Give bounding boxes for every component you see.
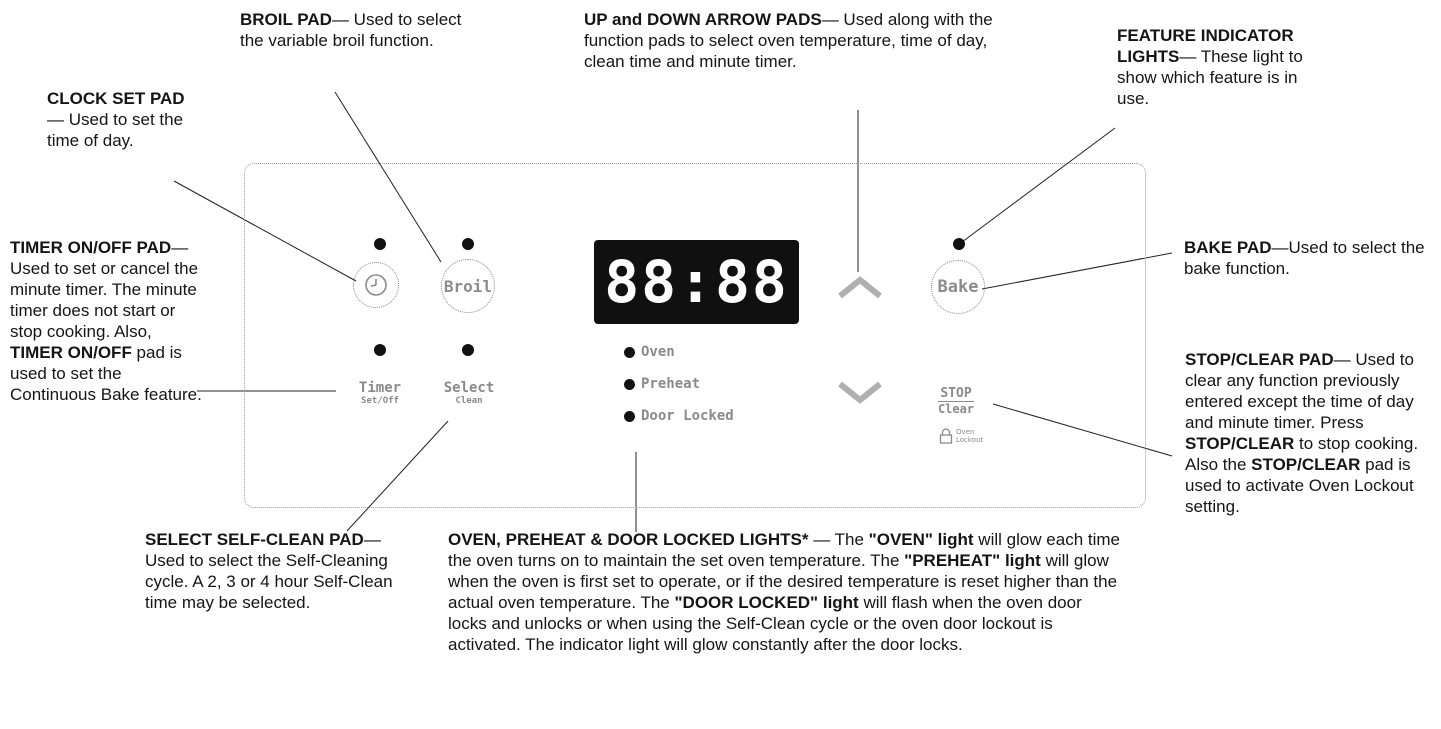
- broil-indicator-light: [462, 238, 474, 250]
- clock-callout-title: CLOCK SET PAD: [47, 89, 185, 108]
- chevron-up-icon[interactable]: [836, 276, 884, 300]
- oven-lockout-label: Oven Lockout: [939, 428, 983, 444]
- timer-callout-title2: TIMER ON/OFF: [10, 343, 132, 362]
- select-sublabel: Clean: [455, 396, 483, 406]
- clock-display: 88:88: [594, 240, 799, 324]
- door-locked-indicator-label: Door Locked: [641, 408, 734, 424]
- clock-callout-text: — Used to set the time of day.: [47, 110, 184, 150]
- lockout-line2: Lockout: [956, 436, 984, 444]
- select-self-clean-callout: SELECT SELF-CLEAN PAD— Used to select th…: [145, 529, 407, 613]
- stop-clear-pad[interactable]: STOP Clear: [928, 382, 984, 417]
- lights-callout-b1: "OVEN" light: [868, 530, 974, 549]
- timer-label: Timer: [358, 380, 402, 396]
- door-locked-indicator: Door Locked: [624, 408, 734, 424]
- broil-pad[interactable]: Broil: [441, 259, 495, 313]
- feature-indicator-callout: FEATURE INDICATOR LIGHTS— These light to…: [1117, 25, 1327, 109]
- bake-label: Bake: [937, 277, 979, 297]
- stop-callout-title2: STOP/CLEAR: [1185, 434, 1295, 453]
- lights-callout-title: OVEN, PREHEAT & DOOR LOCKED LIGHTS*: [448, 530, 809, 549]
- broil-pad-callout: BROIL PAD— Used to select the variable b…: [240, 9, 480, 51]
- stop-label: STOP: [938, 386, 974, 402]
- timer-callout-title: TIMER ON/OFF PAD: [10, 238, 172, 257]
- lights-callout-b2: "PREHEAT" light: [904, 551, 1041, 570]
- clock-icon: [365, 274, 387, 296]
- clock-set-pad[interactable]: [353, 262, 399, 308]
- display-digits: 88:88: [604, 248, 789, 316]
- stop-callout-title3: STOP/CLEAR: [1251, 455, 1361, 474]
- oven-indicator-label: Oven: [641, 344, 675, 360]
- preheat-light: [624, 378, 635, 390]
- lockout-line1: Oven: [956, 428, 975, 436]
- select-label: Select: [443, 380, 495, 396]
- broil-label: Broil: [443, 276, 493, 296]
- lights-callout-b3: "DOOR LOCKED" light: [674, 593, 859, 612]
- oven-indicator: Oven: [624, 344, 675, 360]
- stop-callout-title: STOP/CLEAR PAD: [1185, 350, 1334, 369]
- clear-label: Clear: [937, 402, 975, 416]
- bake-pad-callout: BAKE PAD—Used to select the bake functio…: [1184, 237, 1434, 279]
- chevron-down-icon[interactable]: [836, 380, 884, 404]
- timer-indicator-light: [374, 344, 386, 356]
- door-locked-light: [624, 410, 635, 422]
- oven-lights-callout: OVEN, PREHEAT & DOOR LOCKED LIGHTS* — Th…: [448, 529, 1120, 655]
- preheat-indicator: Preheat: [624, 376, 700, 392]
- stop-clear-callout: STOP/CLEAR PAD— Used to clear any functi…: [1185, 349, 1437, 517]
- control-panel: [244, 163, 1146, 508]
- bake-callout-title: BAKE PAD: [1184, 238, 1272, 257]
- preheat-indicator-label: Preheat: [641, 376, 701, 392]
- timer-callout: TIMER ON/OFF PAD— Used to set or cancel …: [10, 237, 206, 405]
- clock-set-callout: CLOCK SET PAD — Used to set the time of d…: [47, 88, 187, 151]
- oven-light: [624, 346, 635, 358]
- select-indicator-light: [462, 344, 474, 356]
- lights-callout-t1: — The: [808, 530, 869, 549]
- bake-indicator-light: [953, 238, 965, 250]
- timer-sublabel: Set/Off: [361, 396, 399, 406]
- clock-indicator-light: [374, 238, 386, 250]
- updown-callout-title: UP and DOWN ARROW PADS: [584, 10, 822, 29]
- timer-on-off-pad[interactable]: Timer Set/Off: [352, 380, 408, 407]
- bake-pad[interactable]: Bake: [931, 260, 985, 314]
- select-callout-title: SELECT SELF-CLEAN PAD: [145, 530, 364, 549]
- broil-callout-title: BROIL PAD: [240, 10, 332, 29]
- select-self-clean-pad[interactable]: Select Clean: [441, 380, 497, 407]
- lock-icon: [939, 428, 953, 444]
- up-down-arrow-callout: UP and DOWN ARROW PADS— Used along with …: [584, 9, 1024, 72]
